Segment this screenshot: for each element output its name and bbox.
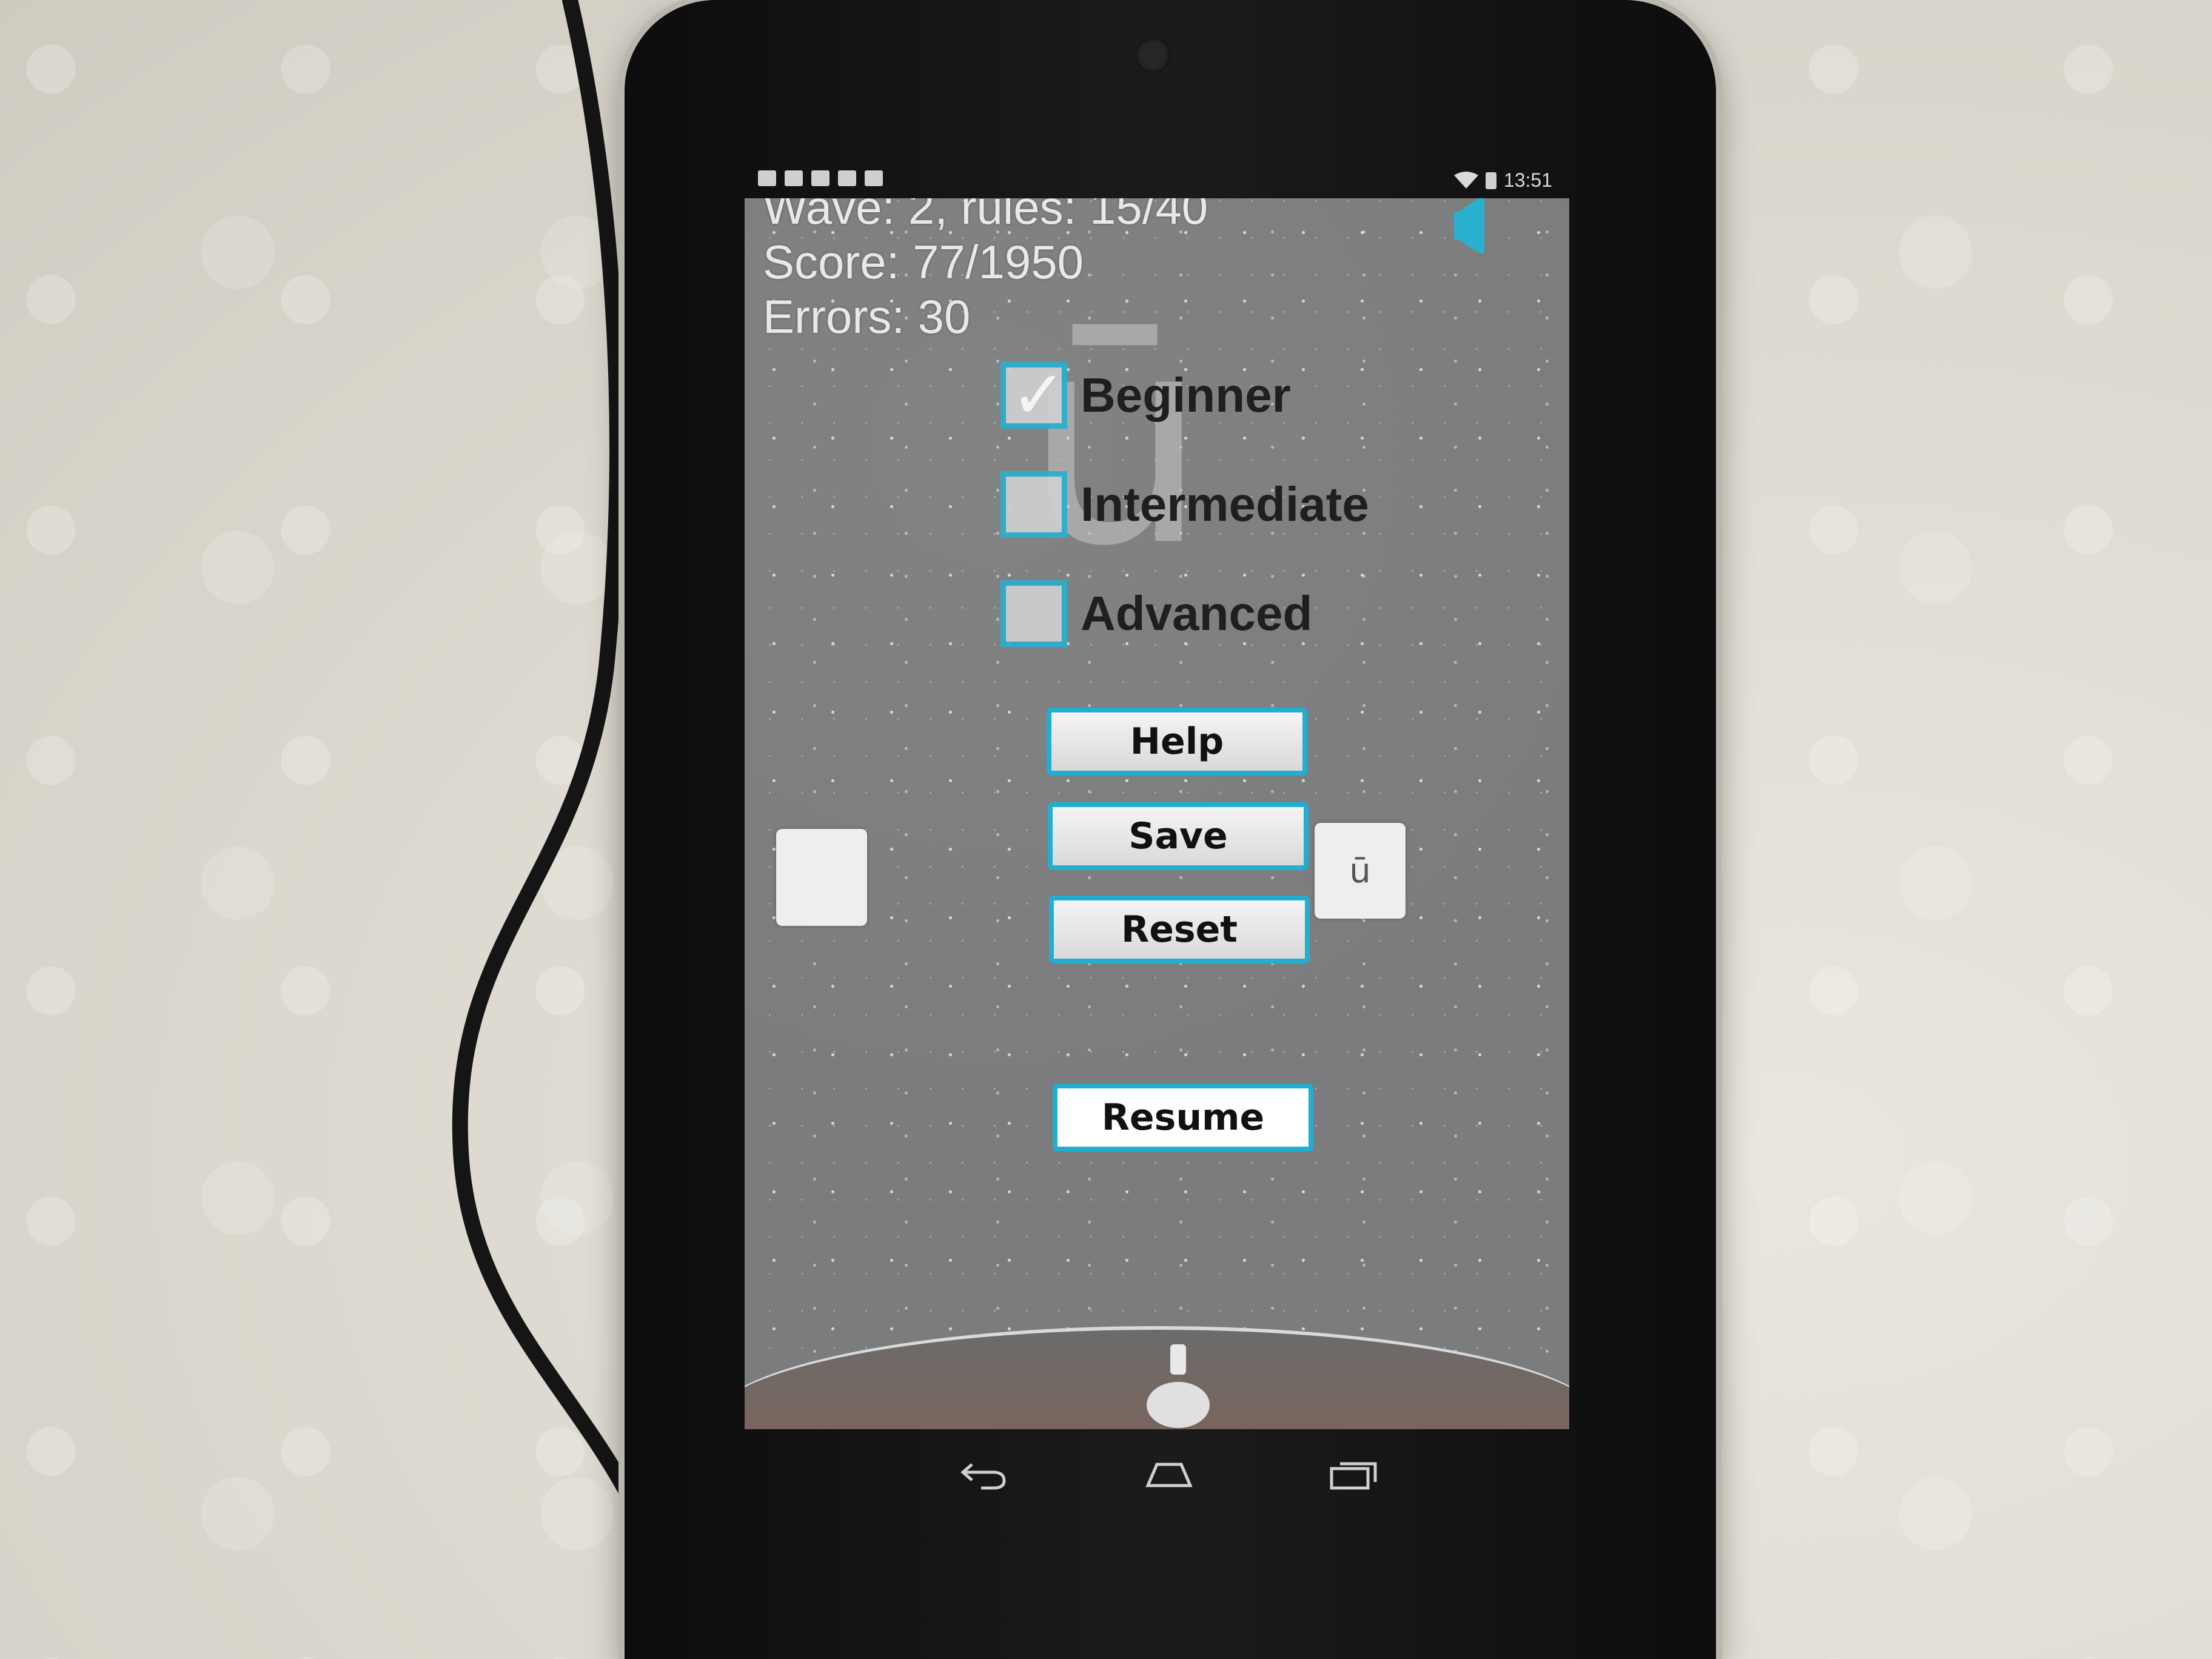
- system-icons: 13:51: [1453, 169, 1552, 192]
- spaceship-icon: [1147, 1344, 1210, 1428]
- intermediate-checkbox[interactable]: [1000, 471, 1067, 538]
- storage-icon: [865, 170, 883, 186]
- photo-scene: 13:51 ū Wave: 2, rules: 15/40 Score: 77/…: [0, 0, 2212, 1659]
- beginner-checkbox[interactable]: ✓: [1000, 356, 1067, 434]
- battery-icon: [1485, 172, 1496, 189]
- wifi-alert-icon: [785, 170, 803, 186]
- advanced-checkbox[interactable]: [1000, 580, 1067, 647]
- level-option-beginner[interactable]: ✓ Beginner: [1000, 356, 1291, 434]
- resume-button[interactable]: Resume: [1053, 1084, 1313, 1151]
- home-icon[interactable]: [1142, 1455, 1196, 1492]
- level-option-intermediate[interactable]: Intermediate: [1000, 471, 1369, 538]
- wave-rules-counter: Wave: 2, rules: 15/40: [763, 198, 1208, 234]
- mail-icon: [758, 170, 776, 186]
- intermediate-label: Intermediate: [1081, 477, 1369, 531]
- back-icon[interactable]: [957, 1455, 1011, 1492]
- clock: 13:51: [1503, 169, 1552, 191]
- errors-counter: Errors: 30: [763, 290, 971, 343]
- advanced-label: Advanced: [1081, 586, 1313, 640]
- notification-icons: [758, 170, 883, 186]
- recent-apps-icon[interactable]: [1327, 1455, 1381, 1492]
- help-button[interactable]: Help: [1047, 708, 1307, 776]
- android-nav-bar: [745, 1437, 1569, 1510]
- beginner-label: Beginner: [1081, 368, 1291, 422]
- speaker-icon[interactable]: [1448, 198, 1503, 253]
- target-letter: ū: [1024, 271, 1208, 610]
- front-camera: [1135, 38, 1170, 73]
- score-counter: Score: 77/1950: [763, 235, 1084, 289]
- android-status-bar: 13:51: [752, 167, 1558, 198]
- reset-button[interactable]: Reset: [1049, 896, 1310, 964]
- checkmark-icon: ✓: [1011, 356, 1067, 434]
- sim-icon: [811, 170, 830, 186]
- wifi-icon: [1453, 171, 1478, 189]
- answer-tile-left[interactable]: [776, 829, 867, 926]
- photo-icon: [838, 170, 856, 186]
- game-screen[interactable]: ū Wave: 2, rules: 15/40 Score: 77/1950 E…: [745, 198, 1569, 1429]
- answer-tile-right[interactable]: ū: [1315, 823, 1406, 919]
- save-button[interactable]: Save: [1048, 802, 1309, 870]
- level-option-advanced[interactable]: Advanced: [1000, 580, 1312, 647]
